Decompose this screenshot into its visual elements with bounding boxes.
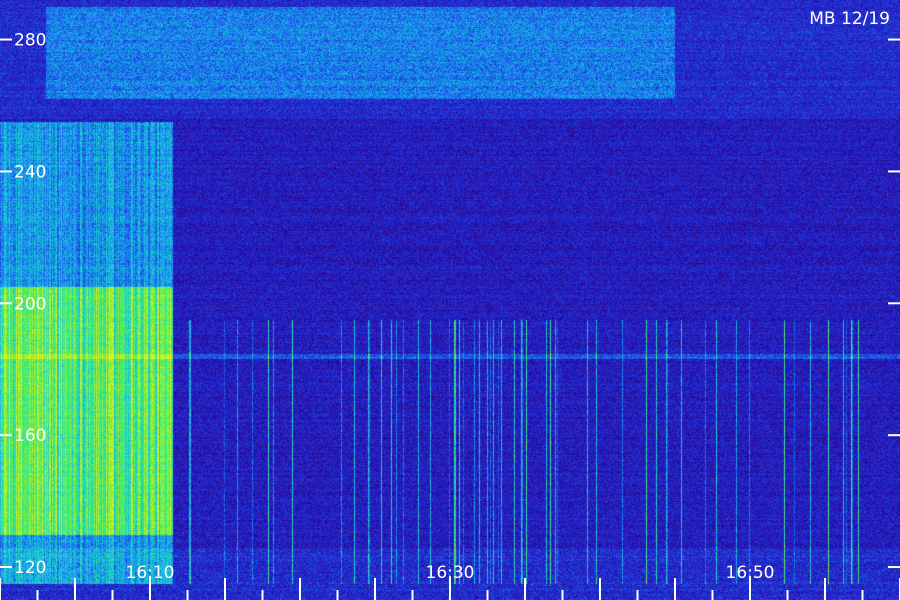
- y-tick-label-3: 160: [14, 426, 46, 446]
- y-tick-label-0: 280: [14, 31, 46, 51]
- x-tick-label-0: 16:10: [126, 563, 175, 583]
- y-tick-label-1: 240: [14, 162, 46, 182]
- chart-overlay: MB 12/19 280 240 200 160 120 16:10 16:30 16:50: [0, 9, 900, 600]
- chart-title: MB 12/19: [809, 9, 890, 29]
- y-axis: 280 240 200 160 120: [0, 31, 900, 578]
- x-axis: 16:10 16:30 16:50: [0, 563, 900, 600]
- y-tick-label-2: 200: [14, 294, 46, 314]
- x-tick-label-1: 16:30: [426, 563, 475, 583]
- y-tick-label-4: 120: [14, 558, 46, 578]
- x-tick-label-2: 16:50: [726, 563, 775, 583]
